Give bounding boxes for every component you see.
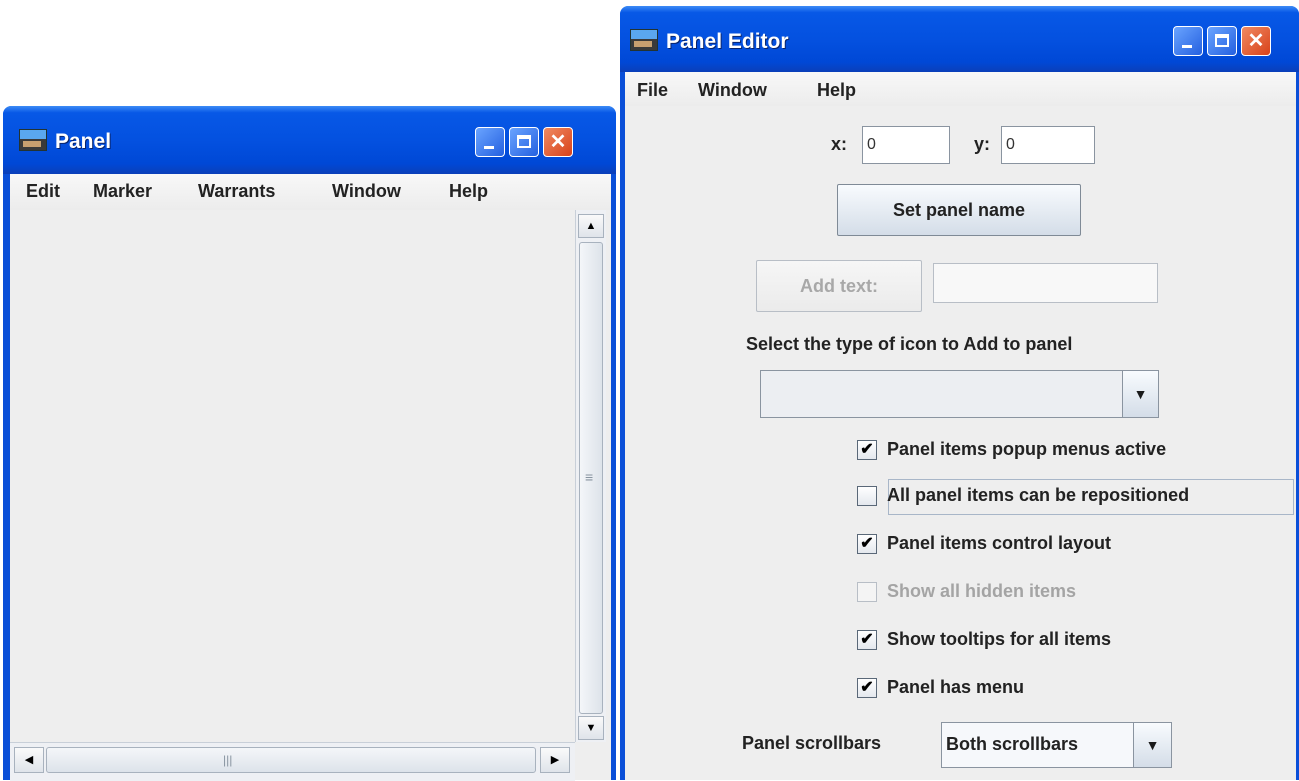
checkbox-box[interactable]: ✔ [857, 678, 877, 698]
vertical-scroll-thumb[interactable]: ≡ [579, 242, 603, 714]
menu-file[interactable]: File [637, 80, 668, 101]
checkbox-label: Show tooltips for all items [887, 629, 1112, 649]
checkbox-label: Panel items popup menus active [887, 439, 1167, 459]
icon-type-label: Select the type of icon to Add to panel [746, 334, 1073, 354]
dropdown-arrow-icon[interactable]: ▼ [1133, 723, 1171, 767]
horizontal-scroll-thumb[interactable]: ||| [46, 747, 536, 773]
panel-maximize-button[interactable] [509, 127, 539, 157]
menu-window[interactable]: Window [698, 80, 767, 101]
scrollbars-value: Both scrollbars [946, 734, 1079, 754]
panel-canvas[interactable] [10, 210, 575, 742]
arrow-right-icon: ▶ [550, 754, 560, 766]
arrow-down-icon: ▼ [585, 722, 597, 734]
chevron-down-icon: ▼ [1145, 737, 1160, 753]
y-label: y: [974, 134, 991, 154]
checkbox-box[interactable]: ✔ [857, 534, 877, 554]
panel-editor-window: Panel Editor ✕ File Window Help x: y: Se… [620, 6, 1299, 780]
y-input[interactable] [1001, 126, 1095, 164]
add-text-button[interactable]: Add text: [756, 260, 922, 312]
checkbox-popup-menus[interactable]: ✔ Panel items popup menus active [857, 436, 1277, 466]
checkbox-show-hidden[interactable]: Show all hidden items [857, 578, 1277, 608]
scroll-up-button[interactable]: ▲ [578, 214, 604, 238]
dropdown-arrow-icon[interactable]: ▼ [1122, 371, 1158, 417]
checkbox-has-menu[interactable]: ✔ Panel has menu [857, 674, 1277, 704]
checkbox-reposition[interactable]: All panel items can be repositioned [857, 482, 1297, 512]
maximize-icon [1215, 34, 1229, 47]
menu-warrants[interactable]: Warrants [198, 181, 275, 202]
panel-vertical-scrollbar[interactable]: ▲ ≡ ▼ [575, 210, 606, 742]
maximize-icon [517, 135, 531, 148]
editor-maximize-button[interactable] [1207, 26, 1237, 56]
menu-help[interactable]: Help [449, 181, 488, 202]
minimize-icon [1182, 45, 1192, 48]
editor-menubar: File Window Help [625, 72, 1296, 106]
editor-app-icon [630, 29, 658, 51]
panel-minimize-button[interactable] [475, 127, 505, 157]
menu-window[interactable]: Window [332, 181, 401, 202]
set-panel-name-button[interactable]: Set panel name [837, 184, 1081, 236]
x-input[interactable] [862, 126, 950, 164]
scroll-down-button[interactable]: ▼ [578, 716, 604, 740]
checkbox-label: Panel items control layout [887, 533, 1112, 553]
arrow-left-icon: ◀ [24, 754, 34, 766]
panel-client: Edit Marker Warrants Window Help ▲ ≡ ▼ ◀ [10, 174, 611, 781]
panel-horizontal-scrollbar[interactable]: ◀ ||| ▶ [10, 742, 575, 781]
editor-close-button[interactable]: ✕ [1241, 26, 1271, 56]
panel-close-button[interactable]: ✕ [543, 127, 573, 157]
checkbox-tooltips[interactable]: ✔ Show tooltips for all items [857, 626, 1277, 656]
checkbox-box[interactable] [857, 582, 877, 602]
icon-type-select[interactable]: ▼ [760, 370, 1159, 418]
chevron-down-icon: ▼ [1133, 386, 1148, 402]
checkbox-label: Panel has menu [887, 677, 1025, 697]
panel-menubar: Edit Marker Warrants Window Help [10, 174, 611, 210]
editor-client: File Window Help x: y: Set panel name Ad… [625, 72, 1296, 780]
scrollbars-label: Panel scrollbars [742, 733, 882, 753]
add-text-input[interactable] [933, 263, 1158, 303]
arrow-up-icon: ▲ [585, 220, 597, 232]
checkbox-label: All panel items can be repositioned [887, 485, 1190, 505]
scroll-left-button[interactable]: ◀ [14, 747, 44, 773]
menu-edit[interactable]: Edit [26, 181, 60, 202]
x-label: x: [831, 134, 848, 154]
panel-titlebar[interactable]: Panel ✕ [3, 106, 616, 174]
checkbox-label: Show all hidden items [887, 581, 1077, 601]
checkbox-box[interactable] [857, 486, 877, 506]
minimize-icon [484, 146, 494, 149]
close-icon: ✕ [549, 131, 567, 153]
editor-title: Panel Editor [666, 30, 789, 53]
editor-titlebar[interactable]: Panel Editor ✕ [620, 6, 1299, 72]
panel-window: Panel ✕ Edit Marker Warrants Window Help… [3, 106, 616, 781]
scroll-right-button[interactable]: ▶ [540, 747, 570, 773]
close-icon: ✕ [1247, 30, 1265, 52]
checkbox-box[interactable]: ✔ [857, 440, 877, 460]
scrollbars-select[interactable]: Both scrollbars ▼ [941, 722, 1172, 768]
panel-title: Panel [55, 130, 112, 153]
menu-marker[interactable]: Marker [93, 181, 152, 202]
editor-minimize-button[interactable] [1173, 26, 1203, 56]
panel-app-icon [19, 129, 47, 151]
grip-icon: ≡ [585, 469, 594, 485]
grip-icon: ||| [223, 753, 233, 767]
checkbox-box[interactable]: ✔ [857, 630, 877, 650]
checkbox-control-layout[interactable]: ✔ Panel items control layout [857, 530, 1277, 560]
menu-help[interactable]: Help [817, 80, 856, 101]
